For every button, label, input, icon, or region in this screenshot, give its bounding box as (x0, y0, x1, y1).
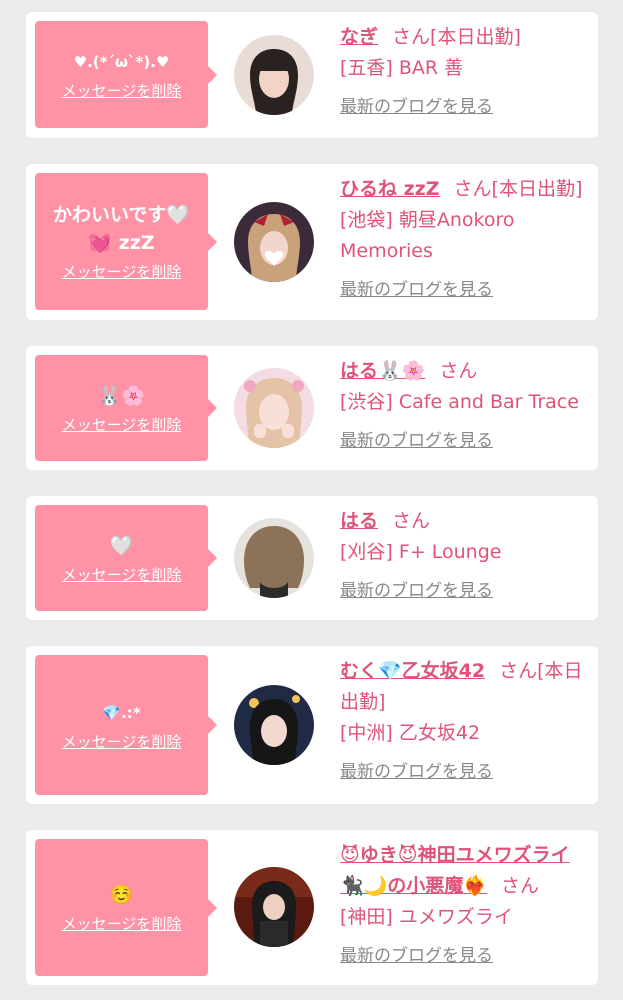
message-bubble: かわいいです🤍💓 zzZ メッセージを削除 (35, 173, 217, 310)
avatar[interactable] (234, 368, 314, 448)
shop-name: [渋谷] Cafe and Bar Trace (340, 391, 579, 413)
honorific: さん (453, 178, 492, 200)
latest-blog-link[interactable]: 最新のブログを見る (340, 426, 493, 457)
list-item: ♥.(*´ω`*).♥ メッセージを削除 なぎ さん[本日出勤] [五香] BAR… (26, 12, 598, 138)
message-list: ♥.(*´ω`*).♥ メッセージを削除 なぎ さん[本日出勤] [五香] BAR… (0, 0, 623, 1000)
message-bubble: 🐰🌸 メッセージを削除 (35, 355, 217, 461)
honorific: さん (499, 660, 538, 682)
message-bubble: ♥.(*´ω`*).♥ メッセージを削除 (35, 21, 217, 128)
status-badge: [本日出勤] (430, 26, 521, 48)
honorific: さん (392, 26, 431, 48)
list-item: かわいいです🤍💓 zzZ メッセージを削除 ひるね zzZ さん[本日出勤] [池… (26, 164, 598, 320)
list-item: 🐰🌸 メッセージを削除 はる🐰🌸 さん [渋谷] Cafe and Bar Tra… (26, 346, 598, 470)
girl-info: はる🐰🌸 さん [渋谷] Cafe and Bar Trace 最新のブログを見る (340, 356, 590, 457)
delete-message-link[interactable]: メッセージを削除 (62, 913, 182, 934)
girl-info: 😈ゆき😈神田ユメワズライ🐈‍⬛🌙の小悪魔❤️‍🔥 さん [神田] ユメワズライ 最… (340, 840, 590, 972)
delete-message-link[interactable]: メッセージを削除 (62, 80, 182, 101)
avatar[interactable] (234, 35, 314, 115)
message-text: かわいいです🤍💓 zzZ (52, 204, 191, 254)
avatar[interactable] (234, 202, 314, 282)
shop-name: [刈谷] F+ Lounge (340, 541, 502, 563)
girl-info: はる さん [刈谷] F+ Lounge 最新のブログを見る (340, 506, 590, 607)
delete-message-link[interactable]: メッセージを削除 (62, 731, 182, 752)
message-bubble: 🤍 メッセージを削除 (35, 505, 217, 611)
message-text: 🤍 (109, 534, 134, 557)
shop-name: [中洲] 乙女坂42 (340, 722, 481, 744)
message-text: ♥.(*´ω`*).♥ (73, 53, 170, 71)
honorific: さん (392, 510, 431, 532)
girl-info: なぎ さん[本日出勤] [五香] BAR 善 最新のブログを見る (340, 22, 590, 123)
girl-info: ひるね zzZ さん[本日出勤] [池袋] 朝昼Anokoro Memories … (340, 174, 590, 306)
delete-message-link[interactable]: メッセージを削除 (62, 261, 182, 282)
list-item: ☺️ メッセージを削除 😈ゆき😈神田ユメワズライ🐈‍⬛🌙の小悪魔❤️‍🔥 さん [… (26, 830, 598, 985)
message-text: 🐰🌸 (97, 384, 146, 407)
message-bubble: ☺️ メッセージを削除 (35, 839, 217, 976)
girl-name-link[interactable]: はる (340, 510, 378, 532)
avatar[interactable] (234, 685, 314, 765)
message-text: ☺️ (109, 884, 134, 906)
message-bubble: 💎.:* メッセージを削除 (35, 655, 217, 795)
delete-message-link[interactable]: メッセージを削除 (62, 564, 182, 585)
status-badge: [本日出勤] (491, 178, 583, 200)
girl-name-link[interactable]: なぎ (340, 26, 378, 48)
honorific: さん (500, 875, 539, 897)
shop-name: [五香] BAR 善 (340, 57, 464, 79)
latest-blog-link[interactable]: 最新のブログを見る (340, 757, 493, 788)
delete-message-link[interactable]: メッセージを削除 (62, 414, 182, 435)
shop-name: [神田] ユメワズライ (340, 906, 513, 928)
list-item: 💎.:* メッセージを削除 むく💎乙女坂42 さん[本日出勤] [中洲] 乙女坂4… (26, 646, 598, 804)
honorific: さん (439, 360, 478, 382)
avatar[interactable] (234, 518, 314, 598)
girl-name-link[interactable]: はる🐰🌸 (340, 360, 425, 382)
latest-blog-link[interactable]: 最新のブログを見る (340, 941, 493, 972)
avatar[interactable] (234, 867, 314, 947)
latest-blog-link[interactable]: 最新のブログを見る (340, 92, 493, 123)
message-text: 💎.:* (102, 703, 141, 722)
latest-blog-link[interactable]: 最新のブログを見る (340, 275, 493, 306)
girl-name-link[interactable]: むく💎乙女坂42 (340, 660, 485, 682)
latest-blog-link[interactable]: 最新のブログを見る (340, 576, 493, 607)
girl-info: むく💎乙女坂42 さん[本日出勤] [中洲] 乙女坂42 最新のブログを見る (340, 656, 590, 788)
girl-name-link[interactable]: ひるね zzZ (340, 178, 440, 200)
shop-name: [池袋] 朝昼Anokoro Memories (340, 209, 515, 262)
list-item: 🤍 メッセージを削除 はる さん [刈谷] F+ Lounge 最新のブログを見る (26, 496, 598, 620)
